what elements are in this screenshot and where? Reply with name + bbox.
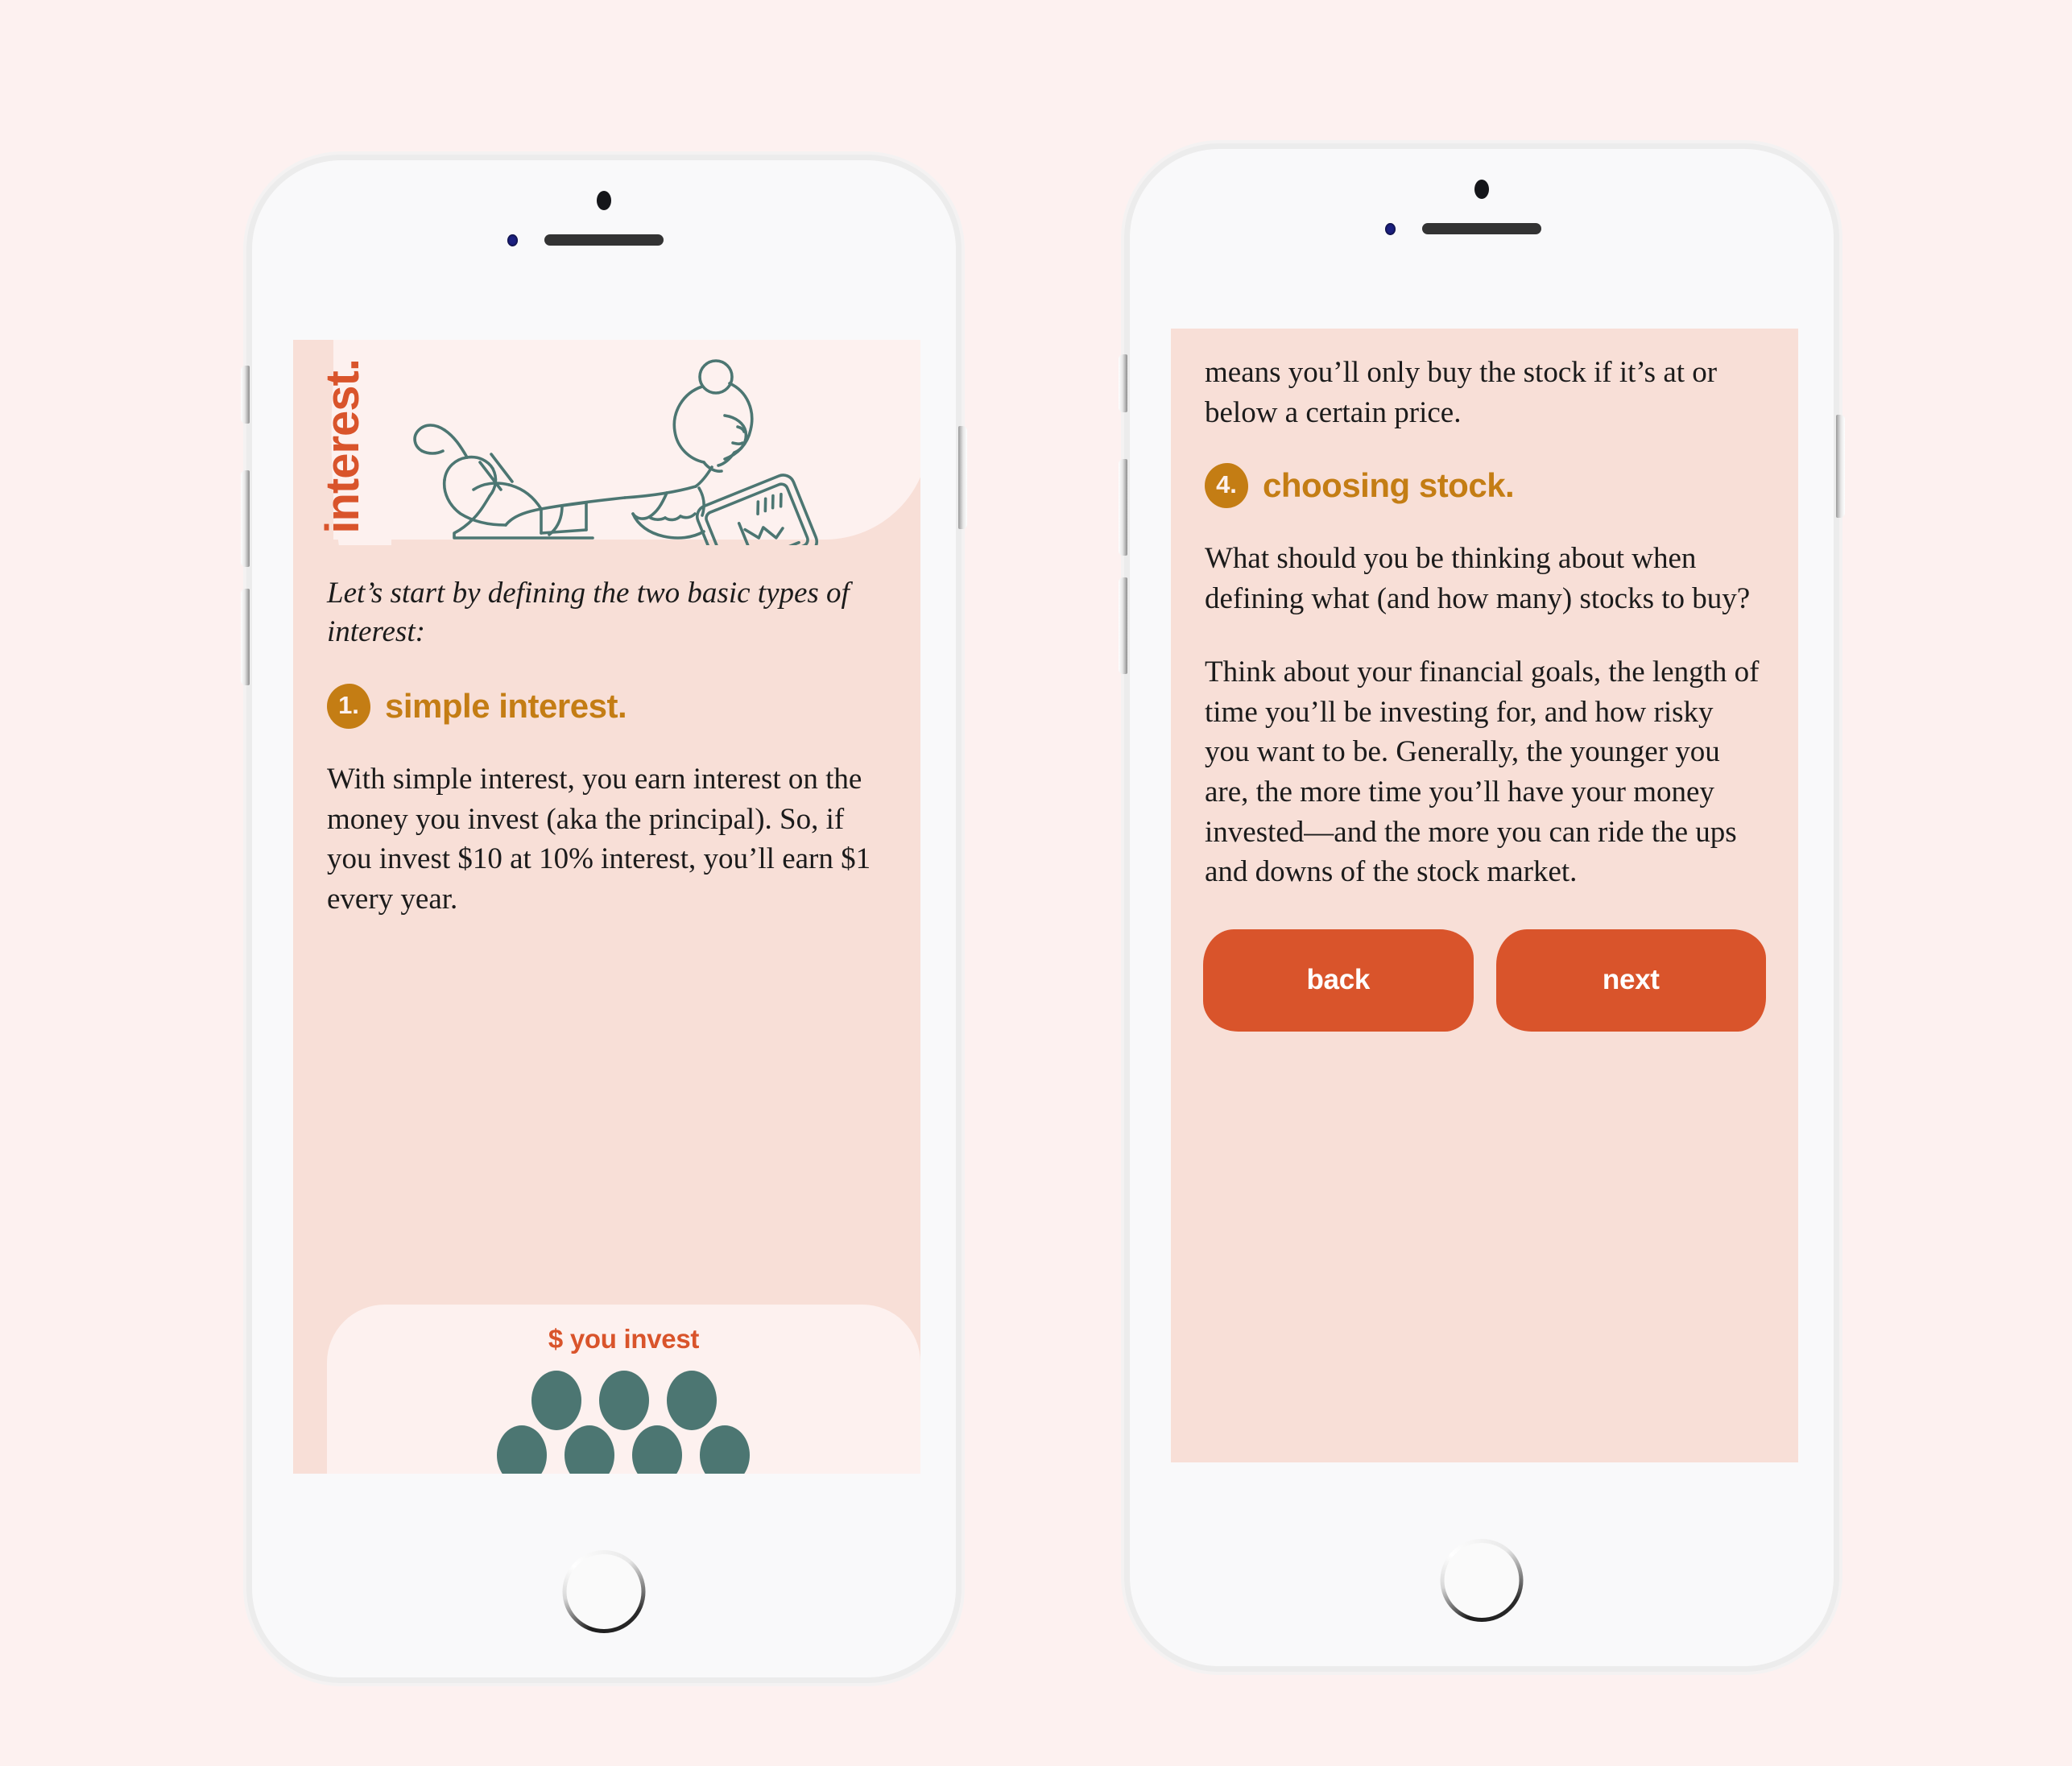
home-button-right[interactable]: [1441, 1539, 1524, 1622]
phone-device-right: means you’ll only buy the stock if it’s …: [1119, 143, 1845, 1672]
camera-icon-right: [1474, 180, 1489, 199]
hero-illustration-block: interest.: [293, 340, 920, 545]
coin-icon: [531, 1371, 581, 1430]
you-invest-label: $ you invest: [548, 1324, 700, 1354]
choosing-stock-paragraph-1: What should you be thinking about when d…: [1205, 542, 1751, 615]
coin-row-bottom: [496, 1425, 750, 1474]
home-button-left[interactable]: [563, 1550, 646, 1633]
power-button-left[interactable]: [958, 426, 967, 529]
continued-paragraph: means you’ll only buy the stock if it’s …: [1205, 356, 1718, 429]
coin-icon: [699, 1425, 750, 1474]
camera-icon-left: [597, 191, 611, 210]
back-button[interactable]: back: [1203, 928, 1474, 1032]
section-heading-label: simple interest.: [385, 687, 627, 726]
volume-up-button-right[interactable]: [1119, 459, 1127, 556]
woman-reading-tablet-illustration: [413, 359, 819, 545]
volume-up-button-left[interactable]: [241, 470, 250, 567]
coin-icon: [564, 1425, 614, 1474]
intro-paragraph: Let’s start by defining the two basic ty…: [327, 577, 850, 649]
section-heading-1: 1. simple interest.: [327, 684, 887, 730]
coin-icon: [631, 1425, 682, 1474]
coin-icon: [496, 1425, 547, 1474]
right-screen-content: means you’ll only buy the stock if it’s …: [1171, 329, 1798, 892]
navigation-button-row: back next: [1171, 892, 1798, 1032]
speaker-grille-right: [1422, 223, 1541, 234]
volume-down-button-left[interactable]: [241, 589, 250, 685]
coin-icon: [666, 1371, 717, 1430]
simple-interest-body: With simple interest, you earn interest …: [327, 763, 871, 916]
mute-switch-left[interactable]: [241, 366, 250, 424]
page-title-interest: interest.: [316, 359, 369, 534]
mute-switch-right[interactable]: [1119, 354, 1127, 412]
proximity-sensor-icon-right: [1385, 223, 1396, 235]
phone-device-left: interest. Let’s start by defining the tw…: [241, 155, 967, 1683]
section-number-badge: 4.: [1205, 463, 1248, 509]
section-number-badge: 1.: [327, 684, 370, 730]
proximity-sensor-icon-left: [507, 234, 518, 246]
section-heading-4: 4. choosing stock.: [1205, 463, 1764, 509]
power-button-right[interactable]: [1836, 415, 1845, 518]
coin-row-top: [531, 1371, 717, 1430]
volume-down-button-right[interactable]: [1119, 577, 1127, 674]
left-screen-content: Let’s start by defining the two basic ty…: [293, 545, 920, 920]
speaker-grille-left: [544, 234, 664, 246]
choosing-stock-paragraph-2: Think about your financial goals, the le…: [1205, 656, 1760, 889]
phone-screen-right: means you’ll only buy the stock if it’s …: [1171, 329, 1798, 1462]
screenshot-stage: interest. Let’s start by defining the tw…: [0, 0, 2072, 1766]
coin-group: [327, 1371, 920, 1474]
section-heading-label: choosing stock.: [1263, 466, 1515, 505]
coin-icon: [598, 1371, 649, 1430]
you-invest-panel: $ you invest: [327, 1305, 920, 1474]
next-button[interactable]: next: [1495, 928, 1766, 1032]
phone-screen-left: interest. Let’s start by defining the tw…: [293, 340, 920, 1474]
